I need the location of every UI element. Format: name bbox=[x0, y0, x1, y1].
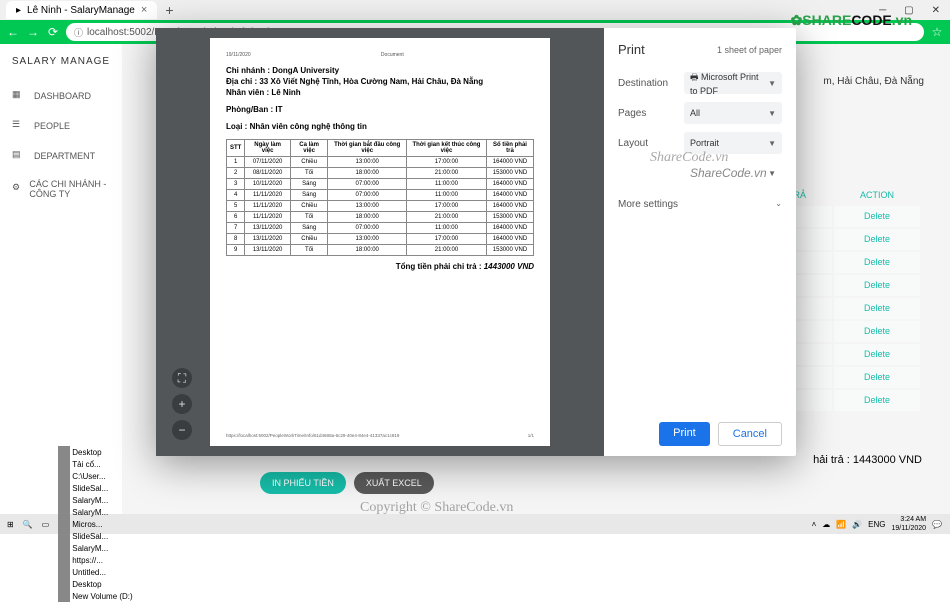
col-action: ACTION bbox=[834, 186, 920, 204]
sidebar: SALARY MANAGE ▦DASHBOARD ☰PEOPLE ▤DEPART… bbox=[0, 44, 122, 514]
taskview-icon[interactable]: ▭ bbox=[39, 520, 53, 529]
sidebar-item-branches[interactable]: ⚙CÁC CHI NHÁNH - CÔNG TY bbox=[0, 171, 122, 207]
delete-button[interactable]: Delete bbox=[864, 257, 890, 267]
delete-button[interactable]: Delete bbox=[864, 234, 890, 244]
sheet-count: 1 sheet of paper bbox=[717, 45, 782, 55]
start-icon[interactable]: ⊞ bbox=[4, 520, 17, 529]
tray-lang[interactable]: ENG bbox=[868, 520, 885, 529]
taskbar-item[interactable]: Tải cổ... bbox=[55, 458, 135, 470]
close-icon[interactable]: × bbox=[141, 4, 147, 16]
notification-icon[interactable]: 💬 bbox=[932, 520, 942, 529]
tab-title: Lê Ninh - SalaryManage bbox=[27, 5, 135, 16]
zoom-out-icon[interactable]: − bbox=[172, 420, 192, 440]
delete-button[interactable]: Delete bbox=[864, 395, 890, 405]
pages-select[interactable]: All▼ bbox=[684, 102, 782, 124]
taskbar-item[interactable]: Untitled... bbox=[55, 566, 135, 578]
chevron-down-icon: ▼ bbox=[768, 169, 776, 178]
tab-favicon: ▸ bbox=[16, 5, 21, 16]
cancel-button[interactable]: Cancel bbox=[718, 422, 782, 446]
taskbar-item[interactable]: SalaryM... bbox=[55, 506, 135, 518]
tray-chevron-icon[interactable]: ˄ bbox=[812, 520, 817, 529]
delete-button[interactable]: Delete bbox=[864, 211, 890, 221]
print-title: Print bbox=[618, 42, 645, 57]
delete-button[interactable]: Delete bbox=[864, 326, 890, 336]
sidebar-item-department[interactable]: ▤DEPARTMENT bbox=[0, 141, 122, 171]
chevron-down-icon: ▼ bbox=[768, 139, 776, 148]
layout-select[interactable]: Portrait▼ bbox=[684, 132, 782, 154]
search-icon[interactable]: 🔍 bbox=[20, 520, 36, 529]
color-select[interactable]: ShareCode.vn▼ bbox=[684, 162, 782, 184]
taskbar-item[interactable]: C:\User... bbox=[55, 470, 135, 482]
department-icon: ▤ bbox=[12, 149, 26, 163]
fit-icon[interactable]: ⛶ bbox=[172, 368, 192, 388]
destination-label: Destination bbox=[618, 78, 684, 89]
delete-button[interactable]: Delete bbox=[864, 303, 890, 313]
print-button[interactable]: Print bbox=[659, 422, 710, 446]
app-name: SALARY MANAGE bbox=[0, 50, 122, 81]
more-settings-toggle[interactable]: More settings⌄ bbox=[618, 199, 782, 210]
taskbar-item[interactable]: SlideSal... bbox=[55, 530, 135, 542]
watermark-logo: ✿SHARECODE.vn bbox=[791, 12, 912, 29]
taskbar: ⊞ 🔍 ▭ DesktopTải cổ...C:\User...SlideSal… bbox=[0, 514, 950, 534]
tray-wifi-icon[interactable]: 📶 bbox=[836, 520, 846, 529]
tray-cloud-icon[interactable]: ☁ bbox=[822, 520, 830, 529]
taskbar-item[interactable]: SalaryM... bbox=[55, 542, 135, 554]
page-subtitle-tail: m, Hải Châu, Đà Nẵng bbox=[823, 76, 924, 87]
print-preview: 19/11/2020Document Chi nhánh : DongA Uni… bbox=[156, 28, 604, 456]
destination-select[interactable]: 🖶 Microsoft Print to PDF▼ bbox=[684, 72, 782, 94]
preview-table: STTNgày làm việcCa làm việcThời gian bắt… bbox=[226, 139, 534, 256]
print-panel: Print 1 sheet of paper Destination 🖶 Mic… bbox=[604, 28, 796, 456]
taskbar-clock[interactable]: 3:24 AM19/11/2020 bbox=[892, 515, 927, 533]
bookmark-icon[interactable]: ☆ bbox=[930, 25, 944, 39]
layout-label: Layout bbox=[618, 138, 684, 149]
background-total: hải trả : 1443000 VND bbox=[813, 454, 922, 466]
dashboard-icon: ▦ bbox=[12, 89, 26, 103]
delete-button[interactable]: Delete bbox=[864, 280, 890, 290]
back-icon[interactable]: ← bbox=[6, 25, 20, 39]
taskbar-item[interactable]: https://... bbox=[55, 554, 135, 566]
taskbar-item[interactable]: Desktop bbox=[55, 578, 135, 590]
taskbar-item[interactable]: New Volume (D:) bbox=[55, 590, 135, 602]
preview-sheet: 19/11/2020Document Chi nhánh : DongA Uni… bbox=[210, 38, 550, 446]
forward-icon[interactable]: → bbox=[26, 25, 40, 39]
tray-volume-icon[interactable]: 🔊 bbox=[852, 520, 862, 529]
chevron-down-icon: ⌄ bbox=[775, 199, 782, 210]
chevron-down-icon: ▼ bbox=[768, 79, 776, 88]
taskbar-item[interactable]: Desktop bbox=[55, 446, 135, 458]
chevron-down-icon: ▼ bbox=[768, 109, 776, 118]
new-tab-button[interactable]: + bbox=[157, 2, 181, 18]
sidebar-item-people[interactable]: ☰PEOPLE bbox=[0, 111, 122, 141]
export-excel-button[interactable]: XUẤT EXCEL bbox=[354, 472, 434, 494]
taskbar-item[interactable]: SalaryM... bbox=[55, 494, 135, 506]
reload-icon[interactable]: ⟳ bbox=[46, 25, 60, 39]
people-icon: ☰ bbox=[12, 119, 26, 133]
taskbar-item[interactable]: SlideSal... bbox=[55, 482, 135, 494]
taskbar-item[interactable]: Micros... bbox=[55, 518, 135, 530]
branch-icon: ⚙ bbox=[12, 182, 21, 196]
sidebar-item-dashboard[interactable]: ▦DASHBOARD bbox=[0, 81, 122, 111]
print-dialog: 19/11/2020Document Chi nhánh : DongA Uni… bbox=[156, 28, 796, 456]
print-slip-button[interactable]: IN PHIẾU TIỀN bbox=[260, 472, 346, 494]
browser-tab[interactable]: ▸ Lê Ninh - SalaryManage × bbox=[6, 1, 157, 19]
delete-button[interactable]: Delete bbox=[864, 372, 890, 382]
close-window-icon[interactable]: ✕ bbox=[932, 5, 940, 16]
delete-button[interactable]: Delete bbox=[864, 349, 890, 359]
lock-icon: ⓘ bbox=[74, 26, 83, 39]
pages-label: Pages bbox=[618, 108, 684, 119]
zoom-in-icon[interactable]: + bbox=[172, 394, 192, 414]
